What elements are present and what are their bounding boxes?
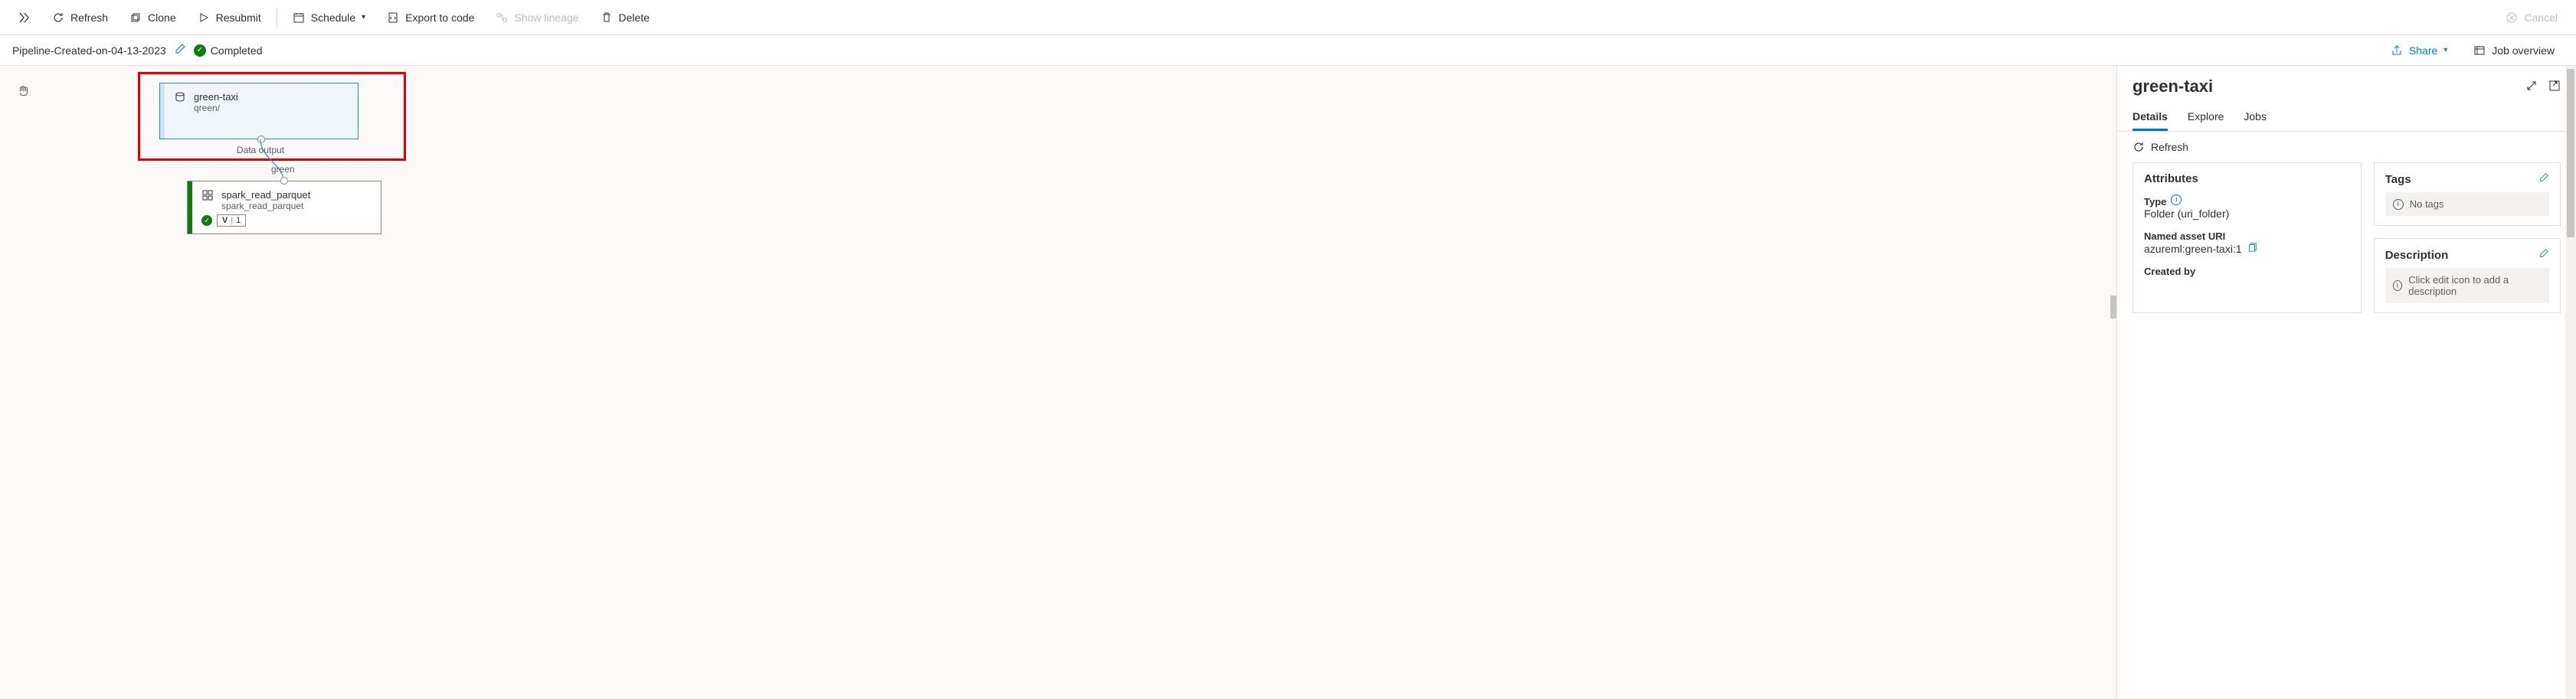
pan-tool-icon[interactable] xyxy=(17,84,31,100)
panel-tabs: Details Explore Jobs xyxy=(2117,100,2576,132)
version-number: 1 xyxy=(236,216,241,225)
uri-value: azureml:green-taxi:1 xyxy=(2144,243,2242,255)
status-text: Completed xyxy=(211,44,263,57)
cancel-icon xyxy=(2506,11,2518,24)
dataset-icon xyxy=(174,91,186,103)
code-file-icon xyxy=(387,11,399,24)
node-title: spark_read_parquet xyxy=(221,189,310,201)
popout-panel-button[interactable] xyxy=(2548,80,2561,94)
panel-scrollbar-thumb[interactable] xyxy=(2567,69,2574,237)
info-icon: i xyxy=(2393,280,2403,291)
refresh-icon xyxy=(2132,141,2145,153)
edit-tags-button[interactable] xyxy=(2538,172,2549,186)
edit-name-button[interactable] xyxy=(174,43,186,57)
description-heading: Description xyxy=(2385,249,2449,262)
lineage-label: Show lineage xyxy=(514,11,578,24)
refresh-label: Refresh xyxy=(70,11,108,24)
expand-panel-button[interactable] xyxy=(2525,80,2538,94)
createdby-label: Created by xyxy=(2144,266,2350,277)
clone-button[interactable]: Clone xyxy=(119,2,187,33)
info-icon[interactable]: i xyxy=(2171,194,2182,205)
description-card: Description i Click edit icon to add a d… xyxy=(2374,238,2561,313)
share-icon xyxy=(2391,44,2403,57)
main-toolbar: Refresh Clone Resubmit Schedule ▾ Export… xyxy=(0,0,2576,35)
tags-empty-row: i No tags xyxy=(2385,192,2549,216)
port-label: Data output xyxy=(237,145,284,155)
play-icon xyxy=(198,11,210,24)
cancel-button: Cancel xyxy=(2495,2,2568,33)
node-green-taxi[interactable]: green-taxi qreen/ xyxy=(159,83,358,139)
lineage-icon xyxy=(496,11,508,24)
resubmit-button[interactable]: Resubmit xyxy=(187,2,272,33)
tab-explore[interactable]: Explore xyxy=(2188,104,2224,131)
main-area: green-taxi qreen/ Data output green spar… xyxy=(0,66,2576,699)
share-label: Share xyxy=(2409,44,2437,57)
expand-button[interactable] xyxy=(8,2,41,33)
panel-refresh-button[interactable]: Refresh xyxy=(2117,132,2576,162)
tags-empty-text: No tags xyxy=(2410,198,2444,210)
clone-label: Clone xyxy=(148,11,176,24)
checkmark-icon: ✓ xyxy=(194,44,206,57)
tab-jobs[interactable]: Jobs xyxy=(2244,104,2267,131)
version-chip: V | 1 xyxy=(217,214,246,227)
panel-scrollbar-track[interactable] xyxy=(2565,66,2576,699)
tab-details[interactable]: Details xyxy=(2132,104,2168,131)
description-empty-text: Click edit icon to add a description xyxy=(2408,274,2542,297)
node-accent xyxy=(160,83,165,139)
schedule-label: Schedule xyxy=(311,11,355,24)
overview-icon xyxy=(2473,44,2486,57)
refresh-icon xyxy=(52,11,64,24)
tags-card: Tags i No tags xyxy=(2374,162,2561,226)
export-button[interactable]: Export to code xyxy=(376,2,485,33)
canvas-scrollbar-thumb[interactable] xyxy=(2110,296,2116,318)
node-subtitle: spark_read_parquet xyxy=(221,201,310,211)
panel-refresh-label: Refresh xyxy=(2151,141,2188,153)
pipeline-name: Pipeline-Created-on-04-13-2023 xyxy=(12,44,166,57)
edge-label: green xyxy=(271,164,295,175)
input-port[interactable] xyxy=(280,177,288,185)
status-pill: ✓ Completed xyxy=(194,44,263,57)
schedule-button[interactable]: Schedule ▾ xyxy=(282,2,376,33)
tags-heading: Tags xyxy=(2385,173,2411,186)
component-icon xyxy=(201,189,214,201)
type-label: Type xyxy=(2144,196,2166,207)
node-spark-read-parquet[interactable]: spark_read_parquet spark_read_parquet ✓ … xyxy=(187,181,381,234)
panel-title: green-taxi xyxy=(2132,77,2213,96)
delete-label: Delete xyxy=(619,11,650,24)
node-accent xyxy=(188,181,192,234)
export-label: Export to code xyxy=(405,11,474,24)
trash-icon xyxy=(601,11,613,24)
attributes-heading: Attributes xyxy=(2144,172,2350,185)
attributes-card: Attributes Type i Folder (uri_folder) Na… xyxy=(2132,162,2362,313)
chevron-down-icon: ▾ xyxy=(362,13,365,21)
node-subtitle: qreen/ xyxy=(194,103,238,113)
chevron-down-icon: ▾ xyxy=(2443,46,2447,54)
edit-description-button[interactable] xyxy=(2538,248,2549,262)
uri-label: Named asset URI xyxy=(2144,230,2350,242)
description-empty-row: i Click edit icon to add a description xyxy=(2385,268,2549,303)
copy-icon[interactable] xyxy=(2247,242,2257,255)
delete-button[interactable]: Delete xyxy=(590,2,660,33)
clone-icon xyxy=(129,11,142,24)
calendar-icon xyxy=(293,11,305,24)
chevron-double-right-icon xyxy=(18,11,31,24)
share-button[interactable]: Share ▾ xyxy=(2381,44,2457,57)
type-value: Folder (uri_folder) xyxy=(2144,207,2350,220)
sub-toolbar: Pipeline-Created-on-04-13-2023 ✓ Complet… xyxy=(0,35,2576,66)
node-title: green-taxi xyxy=(194,91,238,103)
info-icon: i xyxy=(2393,199,2404,210)
cancel-label: Cancel xyxy=(2524,11,2558,24)
version-letter: V xyxy=(222,216,227,225)
status-success-icon: ✓ xyxy=(201,215,212,226)
refresh-button[interactable]: Refresh xyxy=(41,2,119,33)
job-overview-button[interactable]: Job overview xyxy=(2464,44,2564,57)
lineage-button: Show lineage xyxy=(485,2,589,33)
pipeline-canvas[interactable]: green-taxi qreen/ Data output green spar… xyxy=(0,66,2116,699)
output-port[interactable] xyxy=(257,136,265,143)
overview-label: Job overview xyxy=(2492,44,2555,57)
details-panel: green-taxi Details Explore Jobs Refresh … xyxy=(2116,66,2576,699)
resubmit-label: Resubmit xyxy=(216,11,261,24)
